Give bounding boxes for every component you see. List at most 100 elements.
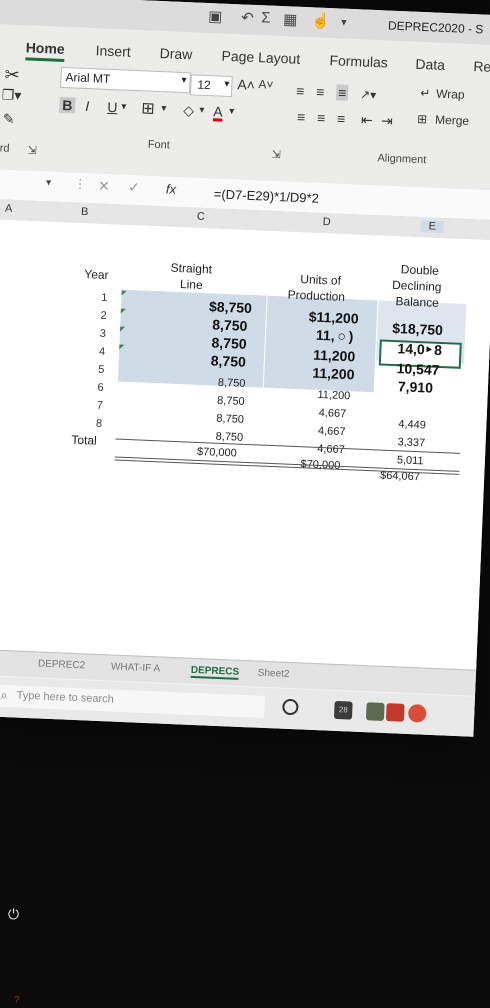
double-declining-cell[interactable]: 14,0‣ 8: [397, 340, 442, 359]
cut-icon[interactable]: ✂: [4, 65, 20, 87]
column-header-d[interactable]: D: [322, 216, 330, 228]
straight-line-cell[interactable]: 8,750: [211, 334, 247, 351]
units-production-cell[interactable]: 4,667: [318, 407, 346, 420]
straight-line-cell[interactable]: 8,750: [216, 413, 244, 426]
double-declining-cell[interactable]: 3,337: [397, 436, 425, 449]
year-cell[interactable]: 1: [93, 291, 108, 304]
chevron-down-icon[interactable]: ▾: [229, 106, 234, 117]
chevron-down-icon[interactable]: ▾: [224, 79, 229, 90]
units-production-cell[interactable]: 4,667: [318, 425, 346, 438]
year-cell[interactable]: 7: [89, 399, 103, 412]
font-color-button[interactable]: A: [213, 103, 223, 119]
units-production-cell[interactable]: 11,200: [312, 365, 355, 383]
font-size-box[interactable]: 12 ▾: [189, 74, 233, 98]
units-production-cell[interactable]: 11,200: [313, 347, 356, 365]
insert-function-button[interactable]: fx: [166, 181, 177, 196]
straight-line-cell[interactable]: 8,750: [218, 377, 246, 390]
tab-review[interactable]: Re: [473, 58, 490, 75]
mail-icon[interactable]: [385, 703, 405, 722]
tab-formulas[interactable]: Formulas: [329, 52, 388, 70]
straight-line-cell[interactable]: $8,750: [209, 298, 252, 316]
worksheet-grid[interactable]: Year Straight Line Units of Production D…: [0, 218, 490, 670]
tab-draw[interactable]: Draw: [159, 45, 192, 62]
align-bottom-icon[interactable]: ≡: [335, 84, 349, 101]
chrome-icon[interactable]: [407, 703, 427, 723]
align-middle-icon[interactable]: ≡: [316, 84, 325, 100]
save-icon[interactable]: ▣: [208, 7, 223, 26]
sheet-tab-sheet2[interactable]: Sheet2: [258, 668, 290, 680]
align-right-icon[interactable]: ≡: [337, 110, 346, 126]
explorer-icon[interactable]: [365, 702, 385, 721]
double-declining-cell[interactable]: 4,449: [398, 418, 426, 431]
undo-icon[interactable]: ↶: [241, 8, 254, 27]
tab-home[interactable]: Home: [25, 39, 65, 62]
chevron-down-icon[interactable]: ▾: [199, 105, 204, 116]
fill-color-icon[interactable]: ◇: [183, 102, 194, 119]
touch-mode-icon[interactable]: ☝: [311, 11, 330, 30]
table-icon[interactable]: ▦: [283, 10, 298, 29]
year-cell[interactable]: 6: [89, 381, 104, 394]
align-left-icon[interactable]: ≡: [297, 109, 306, 125]
double-declining-cell[interactable]: 7,910: [398, 378, 434, 395]
tab-insert[interactable]: Insert: [95, 42, 131, 59]
units-production-cell[interactable]: $11,200: [308, 308, 358, 326]
customize-qat-icon[interactable]: ▾: [341, 16, 347, 29]
units-production-cell[interactable]: 11,200: [317, 389, 350, 402]
decrease-indent-icon[interactable]: ⇤: [361, 111, 373, 128]
year-cell[interactable]: 8: [88, 417, 103, 430]
column-header-e[interactable]: E: [420, 220, 445, 234]
wrap-text-icon[interactable]: ↵: [420, 86, 431, 100]
chevron-down-icon[interactable]: ▾: [121, 101, 126, 112]
cortana-icon[interactable]: [282, 698, 299, 716]
tab-page-layout[interactable]: Page Layout: [221, 48, 300, 67]
increase-font-button[interactable]: A˄: [237, 76, 255, 93]
total-straight-line[interactable]: $70,000: [197, 446, 237, 460]
column-header-c[interactable]: C: [197, 211, 205, 223]
bold-button[interactable]: B: [59, 96, 76, 114]
merge-button[interactable]: Merge: [435, 113, 470, 128]
taskbar-search-box[interactable]: ⌕ Type here to search: [0, 684, 265, 718]
power-icon[interactable]: ⏻: [8, 906, 19, 923]
year-cell[interactable]: 5: [90, 363, 105, 376]
merge-icon[interactable]: ⊞: [417, 112, 428, 126]
borders-icon[interactable]: ⊞: [141, 98, 155, 119]
italic-button[interactable]: I: [85, 98, 90, 114]
enter-icon[interactable]: ✓: [128, 179, 140, 196]
straight-line-cell[interactable]: 8,750: [211, 352, 247, 369]
more-options-icon[interactable]: ⋮: [74, 177, 87, 191]
orientation-icon[interactable]: ↗▾: [360, 87, 377, 102]
double-declining-cell[interactable]: $18,750: [392, 320, 443, 338]
year-cell[interactable]: 3: [92, 327, 106, 340]
font-name-box[interactable]: Arial MT ▾: [60, 66, 191, 94]
format-painter-icon[interactable]: ✎: [2, 110, 14, 127]
sheet-tab-deprecs[interactable]: DEPRECS: [190, 664, 240, 680]
sheet-tab-what-if[interactable]: WHAT-IF A: [111, 661, 161, 674]
year-cell[interactable]: 2: [92, 309, 107, 322]
clipboard-launcher-icon[interactable]: ⇲: [27, 144, 37, 157]
chevron-down-icon[interactable]: ▾: [181, 75, 186, 86]
tab-data[interactable]: Data: [415, 56, 445, 73]
column-header-a[interactable]: A: [5, 203, 13, 215]
align-top-icon[interactable]: ≡: [296, 83, 306, 99]
straight-line-cell[interactable]: 8,750: [217, 395, 245, 408]
double-declining-cell[interactable]: 5,011: [397, 454, 424, 467]
underline-button[interactable]: U: [107, 99, 118, 115]
copy-icon[interactable]: ❐▾: [1, 86, 21, 104]
cancel-icon[interactable]: ✕: [98, 178, 110, 195]
task-view-icon[interactable]: 28: [333, 700, 353, 720]
year-cell[interactable]: 4: [91, 345, 106, 358]
sheet-tab-deprec2[interactable]: DEPREC2: [38, 658, 86, 671]
units-production-cell[interactable]: 4,667: [317, 443, 345, 456]
units-production-cell[interactable]: 11, ○ ): [316, 327, 354, 345]
name-box-dropdown-icon[interactable]: ▾: [46, 177, 51, 188]
align-center-icon[interactable]: ≡: [317, 110, 326, 126]
formula-input[interactable]: =(D7-E29)*1/D9*2: [214, 186, 320, 205]
decrease-font-button[interactable]: A˅: [258, 77, 274, 92]
autosum-icon[interactable]: Σ: [261, 9, 271, 26]
wrap-text-button[interactable]: Wrap: [436, 87, 465, 102]
double-declining-cell[interactable]: 10,547: [396, 360, 439, 378]
column-header-b[interactable]: B: [81, 206, 89, 218]
chevron-down-icon[interactable]: ▾: [161, 103, 166, 114]
straight-line-cell[interactable]: 8,750: [212, 316, 248, 333]
font-launcher-icon[interactable]: ⇲: [271, 148, 281, 161]
